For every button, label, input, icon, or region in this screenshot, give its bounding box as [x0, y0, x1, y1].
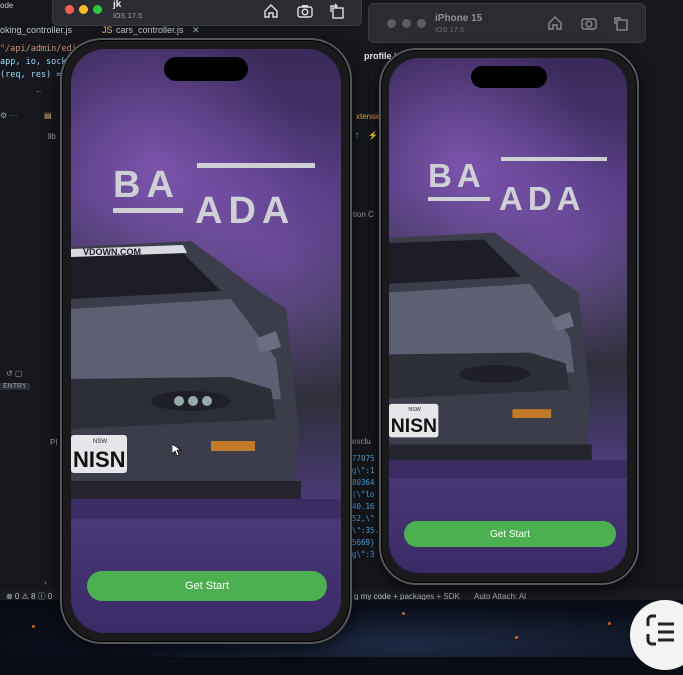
side-pr-label: PI [50, 438, 58, 447]
car-image: NSW NISN [389, 232, 627, 478]
screenshot-button[interactable] [579, 13, 599, 33]
restart-icon[interactable]: ↺ ▢ [6, 369, 22, 378]
bolt-icon[interactable]: ⚡ [368, 131, 378, 140]
chevron-right-icon[interactable]: › [44, 578, 47, 587]
simulator-device-jk: BA ADA VDOWN.COM NSW NISN Get Start [60, 38, 352, 644]
simulator-subtitle: iOS 17.5 [435, 25, 465, 34]
code-line-3: (req, res) = [0, 70, 62, 80]
settings-icon[interactable]: ⚙ ··· [0, 111, 17, 120]
close-window-button[interactable] [387, 19, 396, 28]
screenshot-icon [297, 5, 313, 18]
logo-line1: BA [113, 164, 180, 206]
arrow-up-icon[interactable]: ⭡ [355, 131, 359, 141]
plate-text: NISN [73, 447, 126, 472]
screenshot-button[interactable] [295, 1, 315, 21]
console-line: g\":3 [352, 550, 375, 559]
simulator-title: iPhone 15 [435, 13, 483, 24]
zoom-window-button[interactable] [93, 5, 102, 14]
debug-entry-badge: ENTRY [0, 383, 30, 390]
plate-top-text: NSW [93, 439, 107, 445]
console-line: g\":1 [352, 466, 375, 475]
plate-top-text: NSW [408, 407, 420, 413]
exclude-label: exclu [352, 437, 371, 446]
dynamic-island [164, 57, 248, 81]
book-icon: ▤ [44, 111, 52, 120]
rotate-icon [330, 3, 344, 19]
simulator-titlebar-iphone15: iPhone 15 iOS 17.5 [368, 3, 646, 43]
mouse-pointer-icon [172, 444, 182, 456]
console-line: \":35. [352, 526, 380, 535]
console-line: 40.16 [352, 502, 375, 511]
rotate-button[interactable] [611, 13, 631, 33]
rotate-icon [614, 17, 628, 31]
capture-icon [646, 614, 674, 646]
simulator-device-iphone15: BA ADA NSW NISN Get Start [379, 48, 639, 585]
ember-particle [402, 612, 405, 615]
home-button[interactable] [545, 13, 565, 33]
side-lib-label: lib [48, 132, 57, 141]
simulator-titlebar-jk: jk iOS 17.5 [52, 0, 362, 26]
simulator-subtitle: iOS 17.5 [113, 11, 143, 20]
ember-particle [608, 622, 611, 625]
app-screen: BA ADA NSW NISN Get Start [389, 58, 627, 573]
console-line: 52,\" [352, 514, 375, 523]
simulator-title: jk [113, 0, 122, 10]
app-logo: BA ADA [428, 157, 607, 216]
nav-back-icon[interactable]: ← [35, 86, 43, 95]
get-start-button[interactable]: Get Start [404, 521, 616, 547]
car-image: VDOWN.COM NSW NISN [71, 241, 341, 519]
plate-text: NISN [391, 415, 437, 437]
ember-particle [515, 636, 518, 639]
console-line: (\"lo [352, 490, 375, 499]
console-line: 80364 [352, 478, 375, 487]
rotate-button[interactable] [327, 1, 347, 21]
logo-line1: BA [428, 157, 486, 194]
logo-line2: ADA [195, 190, 295, 229]
home-icon [548, 16, 562, 30]
dynamic-island [471, 66, 547, 88]
console-line: 5669} [352, 538, 375, 547]
console-line: 77075 [352, 454, 375, 463]
close-window-button[interactable] [65, 5, 74, 14]
code-line-2: app, io, socke [0, 57, 72, 67]
home-button[interactable] [261, 1, 281, 21]
get-start-button[interactable]: Get Start [87, 571, 327, 601]
logo-line2: ADA [499, 180, 586, 216]
screenshot-icon [581, 18, 597, 30]
zoom-window-button[interactable] [417, 19, 426, 28]
ember-particle [32, 625, 35, 628]
windshield-banner: VDOWN.COM [83, 247, 141, 257]
app-screen: BA ADA VDOWN.COM NSW NISN Get Start [71, 49, 341, 633]
app-logo: BA ADA [113, 163, 315, 229]
capture-button[interactable] [630, 600, 683, 670]
home-icon [264, 4, 278, 18]
extensions-label: xtensio [356, 112, 382, 121]
minimize-window-button[interactable] [79, 5, 88, 14]
side-on-label: tion C [353, 210, 374, 219]
minimize-window-button[interactable] [402, 19, 411, 28]
ide-menu-label: ode [0, 1, 14, 10]
